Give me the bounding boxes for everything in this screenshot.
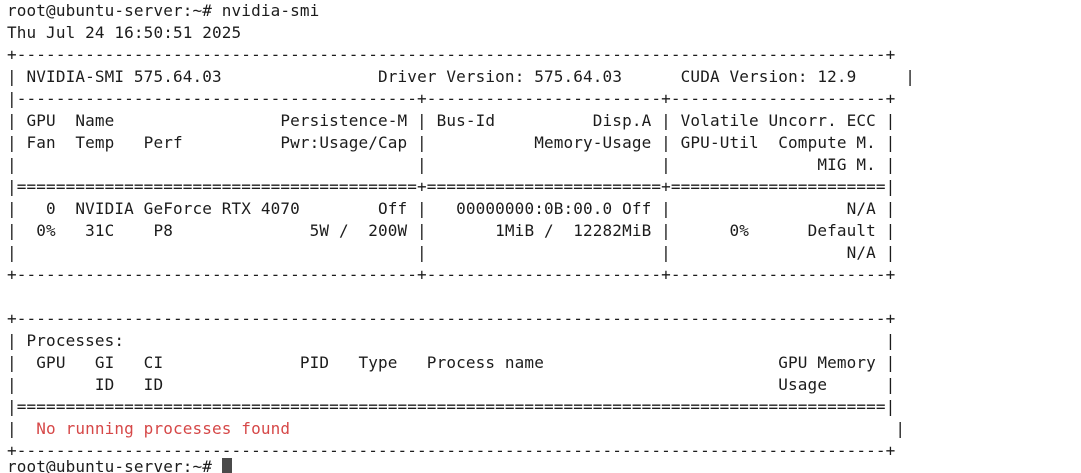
processes-title-line: | Processes: | bbox=[7, 331, 896, 350]
processes-header-line-2: | ID ID Usage | bbox=[7, 375, 896, 394]
gpu-row-line-2: | 0% 31C P8 5W / 200W | 1MiB / 12282MiB … bbox=[7, 221, 896, 240]
gpu-row-blank-1 bbox=[17, 243, 408, 262]
terminal-window[interactable]: root@ubuntu-server:~# nvidia-smi Thu Jul… bbox=[0, 0, 1081, 473]
smi-version: NVIDIA-SMI 575.64.03 bbox=[26, 67, 222, 86]
gpu-fan-temp-perf-power: 0% 31C P8 5W / 200W bbox=[16, 221, 408, 240]
gpu-header-line-2: | Fan Temp Perf Pwr:Usage/Cap | Memory-U… bbox=[7, 133, 896, 152]
gpu-bus-id: 00000000:0B:00.0 Off bbox=[426, 199, 652, 218]
timestamp-line: Thu Jul 24 16:50:51 2025 bbox=[7, 22, 241, 44]
no-processes-message: No running processes found bbox=[16, 419, 291, 438]
header-fan-temp-perf-pwr: Fan Temp Perf Pwr:Usage/Cap bbox=[16, 133, 408, 152]
gpu-row-blank-2 bbox=[427, 243, 652, 262]
gpu-name-persistence: 0 NVIDIA GeForce RTX 4070 Off bbox=[16, 199, 408, 218]
header-volatile-ecc: Volatile Uncorr. ECC bbox=[670, 111, 876, 130]
gpu-memory-usage: 1MiB / 12282MiB bbox=[426, 221, 652, 240]
process-table-double-divider: |=======================================… bbox=[7, 397, 896, 416]
processes-header-line-1: | GPU GI CI PID Type Process name GPU Me… bbox=[7, 353, 896, 372]
gpu-row-line-3: | | | N/A | bbox=[7, 243, 896, 262]
processes-title: Processes: bbox=[26, 331, 125, 350]
table-border-bottom: +---------------------------------------… bbox=[7, 265, 896, 284]
command-prompt-line: root@ubuntu-server:~# nvidia-smi bbox=[7, 0, 319, 22]
header-gpu-name-persistence: GPU Name Persistence-M bbox=[16, 111, 408, 130]
final-prompt-line[interactable]: root@ubuntu-server:~# bbox=[7, 456, 232, 473]
table-double-divider: |=======================================… bbox=[7, 177, 896, 196]
gpu-mig-mode: N/A bbox=[670, 243, 876, 262]
header-blank-2 bbox=[427, 155, 652, 174]
command-prompt: root@ubuntu-server:~# nvidia-smi bbox=[7, 1, 320, 20]
table-border-top: +---------------------------------------… bbox=[7, 45, 896, 64]
header-memory-usage: Memory-Usage bbox=[426, 133, 652, 152]
header-mig-mode: MIG M. bbox=[670, 155, 876, 174]
gpu-header-line-1: | GPU Name Persistence-M | Bus-Id Disp.A… bbox=[7, 111, 896, 130]
header-busid-disp: Bus-Id Disp.A bbox=[426, 111, 652, 130]
cuda-version: CUDA Version: 12.9 bbox=[680, 67, 857, 86]
timestamp: Thu Jul 24 16:50:51 2025 bbox=[7, 23, 242, 42]
gpu-row-line-1: | 0 NVIDIA GeForce RTX 4070 Off | 000000… bbox=[7, 199, 896, 218]
header-blank-1 bbox=[17, 155, 408, 174]
table-divider: |---------------------------------------… bbox=[7, 89, 896, 108]
version-row: | NVIDIA-SMI 575.64.03 Driver Version: 5… bbox=[7, 67, 915, 86]
processes-column-headers: GPU GI CI PID Type Process name GPU Memo… bbox=[16, 353, 876, 372]
processes-column-headers-2: ID ID Usage bbox=[16, 375, 876, 394]
gpu-util-compute-mode: 0% Default bbox=[670, 221, 876, 240]
final-prompt: root@ubuntu-server:~# bbox=[7, 457, 222, 473]
process-table-border-top: +---------------------------------------… bbox=[7, 309, 896, 328]
no-processes-line: | No running processes found | bbox=[7, 419, 906, 438]
header-gpu-util-compute: GPU-Util Compute M. bbox=[670, 133, 876, 152]
driver-version: Driver Version: 575.64.03 bbox=[378, 67, 623, 86]
gpu-ecc: N/A bbox=[670, 199, 876, 218]
terminal-cursor bbox=[221, 458, 232, 473]
gpu-header-line-3: | | | MIG M. | bbox=[7, 155, 896, 174]
